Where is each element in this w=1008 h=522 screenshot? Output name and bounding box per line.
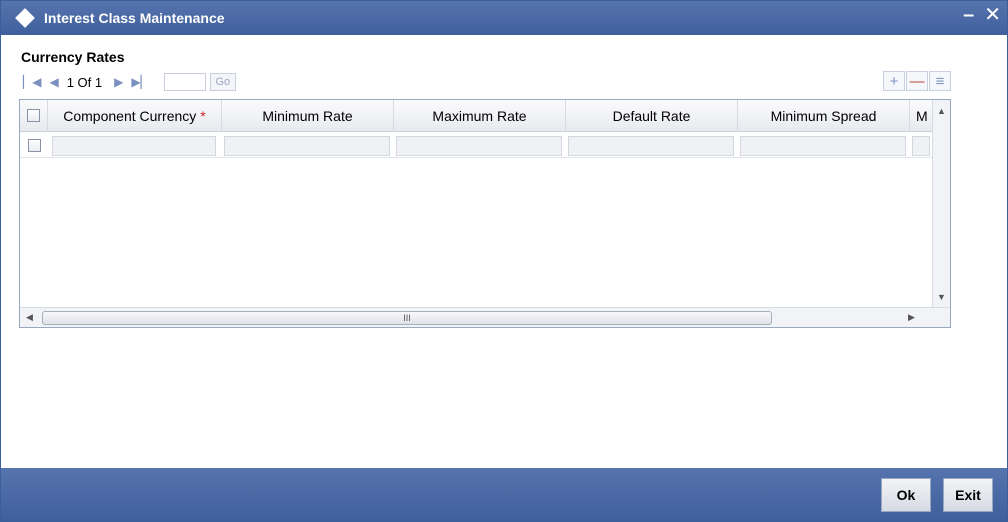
- app-diamond-icon: [15, 8, 35, 28]
- select-all-checkbox[interactable]: [27, 109, 40, 122]
- column-header: Component Currency *: [48, 100, 222, 132]
- minimize-button[interactable]: –: [963, 5, 974, 25]
- scroll-up-icon[interactable]: ▲: [937, 106, 946, 116]
- vertical-scrollbar[interactable]: ▲ ▼: [932, 100, 950, 308]
- scroll-grip: III: [403, 313, 411, 323]
- scroll-right-icon[interactable]: ▶: [908, 312, 915, 323]
- required-marker: *: [200, 107, 206, 124]
- column-label: Minimum Rate: [262, 107, 353, 124]
- grid-header: Component Currency * Minimum Rate Maximu…: [20, 100, 932, 132]
- column-header: Default Rate: [566, 100, 738, 132]
- exit-button[interactable]: Exit: [943, 478, 993, 512]
- pager-toolbar: ▏◀ ◀ 1 Of 1 ▶ ▶▏ Go + — ≡: [23, 71, 951, 93]
- next-page-icon[interactable]: ▶: [114, 75, 123, 89]
- horizontal-scrollbar[interactable]: ◀ III ▶: [20, 307, 950, 327]
- scroll-down-icon[interactable]: ▼: [937, 292, 946, 302]
- go-button[interactable]: Go: [209, 73, 236, 91]
- interest-class-maintenance-window: Interest Class Maintenance – ✕ Currency …: [0, 0, 1008, 522]
- add-row-icon[interactable]: +: [883, 71, 905, 91]
- column-label: Minimum Spread: [770, 107, 877, 124]
- scroll-left-icon[interactable]: ◀: [26, 312, 33, 323]
- column-label: M: [916, 107, 928, 124]
- column-header: Minimum Spread: [738, 100, 910, 132]
- column-label: Default Rate: [612, 107, 691, 124]
- window-title: Interest Class Maintenance: [44, 10, 225, 26]
- column-header: Minimum Rate: [222, 100, 394, 132]
- column-label: Component Currency: [63, 107, 197, 124]
- goto-page-input[interactable]: [163, 73, 206, 91]
- maximum-rate-input[interactable]: [396, 135, 562, 156]
- row-checkbox[interactable]: [27, 139, 41, 152]
- component-currency-input[interactable]: [52, 135, 216, 156]
- ok-button[interactable]: Ok: [881, 478, 931, 512]
- close-button[interactable]: ✕: [984, 5, 1001, 25]
- window-controls: – ✕: [963, 5, 1001, 25]
- title-bar: Interest Class Maintenance – ✕: [1, 1, 1007, 35]
- single-view-icon[interactable]: ≡: [929, 71, 951, 91]
- minimum-spread-input[interactable]: [740, 135, 906, 156]
- page-indicator: 1 Of 1: [66, 74, 103, 90]
- horizontal-scroll-thumb[interactable]: III: [42, 311, 772, 325]
- table-row: [20, 134, 932, 158]
- last-page-icon[interactable]: ▶▏: [131, 75, 149, 89]
- default-rate-input[interactable]: [568, 135, 734, 156]
- footer-bar: Ok Exit: [1, 468, 1007, 521]
- section-title: Currency Rates: [21, 49, 125, 65]
- row-select-cell: [20, 139, 48, 152]
- currency-rates-grid: Component Currency * Minimum Rate Maximu…: [19, 99, 951, 328]
- minimum-rate-input[interactable]: [224, 135, 390, 156]
- column-header: M: [910, 100, 932, 132]
- column-label: Maximum Rate: [432, 107, 527, 124]
- select-all-cell: [20, 100, 48, 132]
- first-page-icon[interactable]: ▏◀: [23, 75, 41, 89]
- delete-row-icon[interactable]: —: [906, 71, 928, 91]
- next-column-input[interactable]: [912, 135, 930, 156]
- row-tools: + — ≡: [883, 71, 951, 91]
- previous-page-icon[interactable]: ◀: [49, 75, 58, 89]
- column-header: Maximum Rate: [394, 100, 566, 132]
